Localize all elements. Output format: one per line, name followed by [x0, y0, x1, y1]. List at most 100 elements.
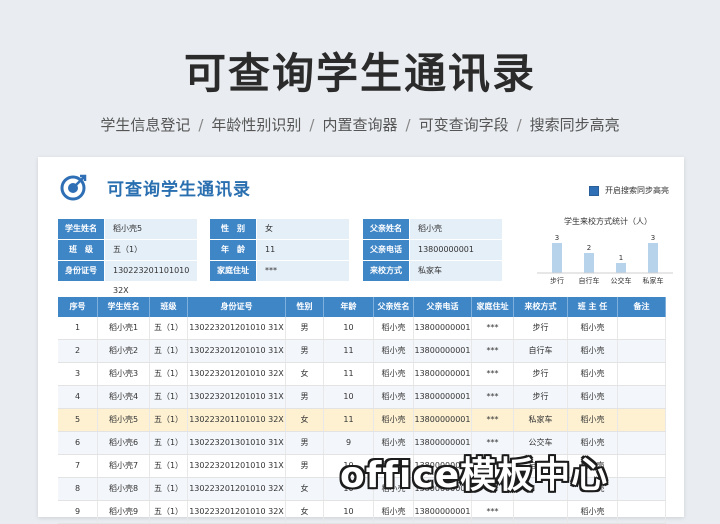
table-cell[interactable]: 男: [286, 317, 324, 339]
table-cell[interactable]: 稻小壳: [568, 340, 618, 362]
table-cell[interactable]: [618, 478, 666, 500]
table-cell[interactable]: ***: [472, 501, 514, 523]
table-cell[interactable]: 女: [286, 363, 324, 385]
table-cell[interactable]: 五（1）: [150, 432, 188, 454]
table-cell[interactable]: 130223201201010 31X: [188, 455, 286, 477]
table-cell[interactable]: 3: [58, 363, 98, 385]
header-col-student-name[interactable]: 学生姓名: [98, 297, 150, 317]
header-col-class[interactable]: 班级: [150, 297, 188, 317]
table-cell[interactable]: 稻小壳: [568, 386, 618, 408]
sync-checkbox[interactable]: [589, 185, 599, 196]
table-cell[interactable]: 9: [58, 501, 98, 523]
table-row[interactable]: 9 稻小壳9 五（1） 130223201201010 32X 女 10 稻小壳 138000…: [58, 501, 666, 524]
table-cell[interactable]: [618, 409, 666, 431]
table-cell[interactable]: 11: [324, 340, 374, 362]
header-col-father-phone[interactable]: 父亲电话: [414, 297, 472, 317]
table-cell[interactable]: 10: [324, 386, 374, 408]
table-row[interactable]: 4 稻小壳4 五（1） 130223201201010 31X 男 10 稻小壳 138000…: [58, 386, 666, 409]
table-cell[interactable]: 130223201201010 31X: [188, 386, 286, 408]
table-cell[interactable]: [618, 501, 666, 523]
table-cell[interactable]: ***: [472, 409, 514, 431]
table-cell[interactable]: [618, 455, 666, 477]
table-cell[interactable]: 稻小壳: [374, 386, 414, 408]
table-cell[interactable]: [618, 432, 666, 454]
table-cell[interactable]: 自行车: [514, 340, 568, 362]
table-cell[interactable]: 4: [58, 386, 98, 408]
table-cell[interactable]: [618, 386, 666, 408]
table-cell[interactable]: 稻小壳: [374, 409, 414, 431]
table-cell[interactable]: 8: [58, 478, 98, 500]
table-cell[interactable]: 稻小壳: [374, 317, 414, 339]
table-cell[interactable]: 11: [324, 363, 374, 385]
table-cell[interactable]: 13800000001: [414, 340, 472, 362]
table-row[interactable]: 3 稻小壳3 五（1） 130223201201010 32X 女 11 稻小壳 138000…: [58, 363, 666, 386]
header-col-father-name[interactable]: 父亲姓名: [374, 297, 414, 317]
table-cell[interactable]: 稻小壳4: [98, 386, 150, 408]
table-cell[interactable]: 稻小壳9: [98, 501, 150, 523]
table-cell[interactable]: 步行: [514, 317, 568, 339]
table-cell[interactable]: 130223201201010 31X: [188, 340, 286, 362]
input-student-name[interactable]: 稻小壳5: [105, 219, 197, 239]
table-cell[interactable]: 稻小壳2: [98, 340, 150, 362]
table-cell[interactable]: 五（1）: [150, 478, 188, 500]
table-cell[interactable]: 130223201201010 32X: [188, 501, 286, 523]
table-cell[interactable]: 稻小壳: [568, 501, 618, 523]
table-cell[interactable]: 五（1）: [150, 501, 188, 523]
table-cell[interactable]: ***: [472, 340, 514, 362]
table-cell[interactable]: ***: [472, 317, 514, 339]
sync-highlight-toggle[interactable]: 开启搜索同步高亮: [589, 185, 669, 196]
table-cell[interactable]: 13800000001: [414, 409, 472, 431]
table-cell[interactable]: 男: [286, 340, 324, 362]
table-cell[interactable]: [618, 340, 666, 362]
table-cell[interactable]: 稻小壳: [568, 409, 618, 431]
table-cell[interactable]: 女: [286, 478, 324, 500]
table-row[interactable]: 2 稻小壳2 五（1） 130223201201010 31X 男 11 稻小壳 138000…: [58, 340, 666, 363]
header-col-gender[interactable]: 性别: [286, 297, 324, 317]
table-cell[interactable]: ***: [472, 363, 514, 385]
header-col-address[interactable]: 家庭住址: [472, 297, 514, 317]
table-cell[interactable]: 5: [58, 409, 98, 431]
table-cell[interactable]: 2: [58, 340, 98, 362]
table-cell[interactable]: 13800000001: [414, 501, 472, 523]
table-cell[interactable]: 五（1）: [150, 340, 188, 362]
header-col-transport[interactable]: 来校方式: [514, 297, 568, 317]
header-col-age[interactable]: 年龄: [324, 297, 374, 317]
header-col-index[interactable]: 序号: [58, 297, 98, 317]
table-cell[interactable]: 男: [286, 432, 324, 454]
table-cell[interactable]: 五（1）: [150, 455, 188, 477]
table-cell[interactable]: 13800000001: [414, 317, 472, 339]
table-cell[interactable]: 130223201201010 32X: [188, 363, 286, 385]
table-cell[interactable]: ***: [472, 386, 514, 408]
table-cell[interactable]: 13800000001: [414, 363, 472, 385]
table-cell[interactable]: 女: [286, 501, 324, 523]
table-cell[interactable]: 1: [58, 317, 98, 339]
table-cell[interactable]: 男: [286, 455, 324, 477]
table-cell[interactable]: 130223201301010 31X: [188, 432, 286, 454]
table-row[interactable]: 5 稻小壳5 五（1） 130223201101010 32X 女 11 稻小壳 138000…: [58, 409, 666, 432]
table-cell[interactable]: 五（1）: [150, 409, 188, 431]
table-cell[interactable]: 稻小壳3: [98, 363, 150, 385]
header-col-remark[interactable]: 备注: [618, 297, 666, 317]
table-cell[interactable]: 步行: [514, 363, 568, 385]
table-cell[interactable]: 稻小壳7: [98, 455, 150, 477]
table-cell[interactable]: 五（1）: [150, 317, 188, 339]
table-cell[interactable]: 7: [58, 455, 98, 477]
table-cell[interactable]: [618, 317, 666, 339]
table-cell[interactable]: 稻小壳6: [98, 432, 150, 454]
table-cell[interactable]: 稻小壳1: [98, 317, 150, 339]
table-cell[interactable]: 6: [58, 432, 98, 454]
table-cell[interactable]: 稻小壳: [374, 363, 414, 385]
table-row[interactable]: 1 稻小壳1 五（1） 130223201201010 31X 男 10 稻小壳 138000…: [58, 317, 666, 340]
header-col-id-card[interactable]: 身份证号: [188, 297, 286, 317]
table-cell[interactable]: 女: [286, 409, 324, 431]
table-cell[interactable]: 私家车: [514, 409, 568, 431]
table-cell[interactable]: [514, 501, 568, 523]
table-cell[interactable]: 步行: [514, 386, 568, 408]
table-cell[interactable]: [618, 363, 666, 385]
table-cell[interactable]: 10: [324, 501, 374, 523]
table-cell[interactable]: 稻小壳: [374, 501, 414, 523]
table-cell[interactable]: 稻小壳: [568, 317, 618, 339]
header-col-teacher[interactable]: 班 主 任: [568, 297, 618, 317]
table-cell[interactable]: 五（1）: [150, 386, 188, 408]
table-cell[interactable]: 10: [324, 317, 374, 339]
